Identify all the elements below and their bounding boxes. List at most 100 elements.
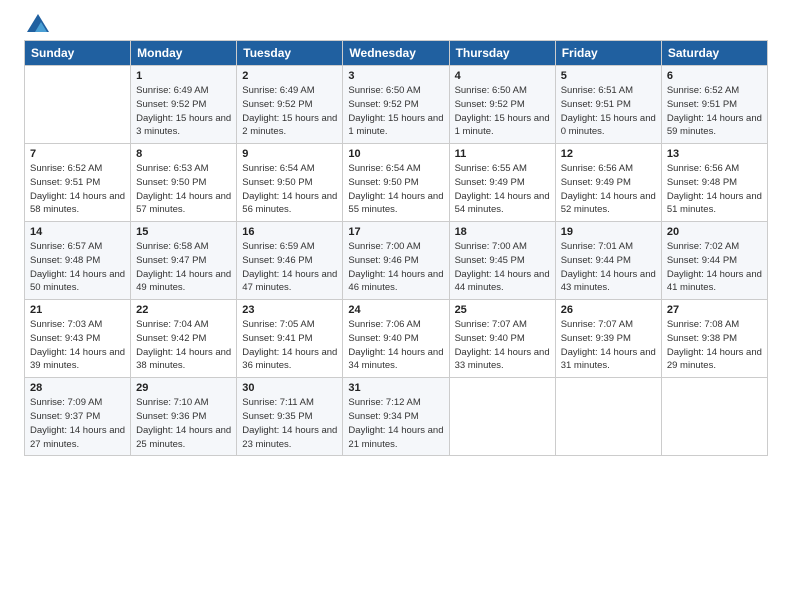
day-detail: Sunrise: 7:06 AMSunset: 9:40 PMDaylight:… [348,318,443,373]
calendar-cell: 29 Sunrise: 7:10 AMSunset: 9:36 PMDayligh… [131,378,237,456]
calendar-cell: 24Sunrise: 7:06 AMSunset: 9:40 PMDayligh… [343,300,449,378]
day-detail: Sunrise: 7:09 AMSunset: 9:37 PMDaylight:… [30,396,125,451]
day-detail: Sunrise: 6:49 AMSunset: 9:52 PMDaylight:… [242,84,337,139]
day-detail: Sunrise: 6:52 AMSunset: 9:51 PMDaylight:… [30,162,125,217]
day-number: 17 [348,226,443,238]
calendar-cell: 22Sunrise: 7:04 AMSunset: 9:42 PMDayligh… [131,300,237,378]
calendar-cell: 27Sunrise: 7:08 AMSunset: 9:38 PMDayligh… [661,300,767,378]
day-number: 10 [348,148,443,160]
day-number: 4 [455,70,550,82]
day-detail: Sunrise: 7:07 AMSunset: 9:40 PMDaylight:… [455,318,550,373]
day-number: 19 [561,226,656,238]
day-number: 12 [561,148,656,160]
calendar-week-row: 1Sunrise: 6:49 AMSunset: 9:52 PMDaylight… [25,66,768,144]
calendar-cell: 10 Sunrise: 6:54 AMSunset: 9:50 PMDayligh… [343,144,449,222]
day-number: 21 [30,304,125,316]
calendar-week-row: 7 Sunrise: 6:52 AMSunset: 9:51 PMDaylight… [25,144,768,222]
calendar-table: SundayMondayTuesdayWednesdayThursdayFrid… [24,40,768,456]
header-day-sunday: Sunday [25,41,131,66]
day-number: 6 [667,70,762,82]
logo [24,20,49,32]
calendar-cell: 15 Sunrise: 6:58 AMSunset: 9:47 PMDayligh… [131,222,237,300]
calendar-cell: 13Sunrise: 6:56 AMSunset: 9:48 PMDayligh… [661,144,767,222]
day-detail: Sunrise: 6:53 AMSunset: 9:50 PMDaylight:… [136,162,231,217]
calendar-cell: 21 Sunrise: 7:03 AMSunset: 9:43 PMDayligh… [25,300,131,378]
day-detail: Sunrise: 6:52 AMSunset: 9:51 PMDaylight:… [667,84,762,139]
day-detail: Sunrise: 7:08 AMSunset: 9:38 PMDaylight:… [667,318,762,373]
day-number: 7 [30,148,125,160]
calendar-cell: 8 Sunrise: 6:53 AMSunset: 9:50 PMDaylight… [131,144,237,222]
day-number: 31 [348,382,443,394]
calendar-cell [661,378,767,456]
day-detail: Sunrise: 7:03 AMSunset: 9:43 PMDaylight:… [30,318,125,373]
day-number: 3 [348,70,443,82]
day-detail: Sunrise: 6:54 AMSunset: 9:50 PMDaylight:… [348,162,443,217]
calendar-cell: 6 Sunrise: 6:52 AMSunset: 9:51 PMDaylight… [661,66,767,144]
calendar-cell: 11Sunrise: 6:55 AMSunset: 9:49 PMDayligh… [449,144,555,222]
header-day-wednesday: Wednesday [343,41,449,66]
day-detail: Sunrise: 7:00 AMSunset: 9:46 PMDaylight:… [348,240,443,295]
day-detail: Sunrise: 6:50 AMSunset: 9:52 PMDaylight:… [455,84,550,139]
calendar-cell: 31 Sunrise: 7:12 AMSunset: 9:34 PMDayligh… [343,378,449,456]
day-detail: Sunrise: 6:50 AMSunset: 9:52 PMDaylight:… [348,84,443,139]
calendar-cell: 28 Sunrise: 7:09 AMSunset: 9:37 PMDayligh… [25,378,131,456]
day-detail: Sunrise: 7:07 AMSunset: 9:39 PMDaylight:… [561,318,656,373]
day-number: 16 [242,226,337,238]
calendar-cell: 17 Sunrise: 7:00 AMSunset: 9:46 PMDayligh… [343,222,449,300]
calendar-cell: 9 Sunrise: 6:54 AMSunset: 9:50 PMDaylight… [237,144,343,222]
day-detail: Sunrise: 6:54 AMSunset: 9:50 PMDaylight:… [242,162,337,217]
calendar-cell: 5 Sunrise: 6:51 AMSunset: 9:51 PMDaylight… [555,66,661,144]
day-detail: Sunrise: 7:00 AMSunset: 9:45 PMDaylight:… [455,240,550,295]
day-number: 29 [136,382,231,394]
day-detail: Sunrise: 6:58 AMSunset: 9:47 PMDaylight:… [136,240,231,295]
day-number: 23 [242,304,337,316]
calendar-cell: 4 Sunrise: 6:50 AMSunset: 9:52 PMDaylight… [449,66,555,144]
day-number: 9 [242,148,337,160]
calendar-body: 1Sunrise: 6:49 AMSunset: 9:52 PMDaylight… [25,66,768,456]
day-detail: Sunrise: 7:02 AMSunset: 9:44 PMDaylight:… [667,240,762,295]
day-number: 28 [30,382,125,394]
page-header [24,20,768,32]
header-day-thursday: Thursday [449,41,555,66]
header-day-friday: Friday [555,41,661,66]
calendar-header: SundayMondayTuesdayWednesdayThursdayFrid… [25,41,768,66]
day-detail: Sunrise: 6:55 AMSunset: 9:49 PMDaylight:… [455,162,550,217]
calendar-cell: 2Sunrise: 6:49 AMSunset: 9:52 PMDaylight… [237,66,343,144]
day-detail: Sunrise: 6:49 AMSunset: 9:52 PMDaylight:… [136,84,231,139]
calendar-cell: 12Sunrise: 6:56 AMSunset: 9:49 PMDayligh… [555,144,661,222]
day-detail: Sunrise: 7:01 AMSunset: 9:44 PMDaylight:… [561,240,656,295]
calendar-cell: 25Sunrise: 7:07 AMSunset: 9:40 PMDayligh… [449,300,555,378]
header-day-saturday: Saturday [661,41,767,66]
calendar-week-row: 28 Sunrise: 7:09 AMSunset: 9:37 PMDayligh… [25,378,768,456]
calendar-cell: 14Sunrise: 6:57 AMSunset: 9:48 PMDayligh… [25,222,131,300]
day-detail: Sunrise: 6:51 AMSunset: 9:51 PMDaylight:… [561,84,656,139]
calendar-cell [555,378,661,456]
header-day-monday: Monday [131,41,237,66]
calendar-cell: 30 Sunrise: 7:11 AMSunset: 9:35 PMDayligh… [237,378,343,456]
day-number: 8 [136,148,231,160]
calendar-week-row: 21 Sunrise: 7:03 AMSunset: 9:43 PMDayligh… [25,300,768,378]
day-detail: Sunrise: 7:10 AMSunset: 9:36 PMDaylight:… [136,396,231,451]
day-number: 5 [561,70,656,82]
calendar-cell: 20 Sunrise: 7:02 AMSunset: 9:44 PMDayligh… [661,222,767,300]
calendar-cell [449,378,555,456]
calendar-cell: 3 Sunrise: 6:50 AMSunset: 9:52 PMDaylight… [343,66,449,144]
header-day-tuesday: Tuesday [237,41,343,66]
calendar-cell: 7 Sunrise: 6:52 AMSunset: 9:51 PMDaylight… [25,144,131,222]
header-row: SundayMondayTuesdayWednesdayThursdayFrid… [25,41,768,66]
day-number: 15 [136,226,231,238]
calendar-week-row: 14Sunrise: 6:57 AMSunset: 9:48 PMDayligh… [25,222,768,300]
day-detail: Sunrise: 6:57 AMSunset: 9:48 PMDaylight:… [30,240,125,295]
day-detail: Sunrise: 7:11 AMSunset: 9:35 PMDaylight:… [242,396,337,451]
day-number: 30 [242,382,337,394]
day-detail: Sunrise: 6:59 AMSunset: 9:46 PMDaylight:… [242,240,337,295]
day-detail: Sunrise: 7:04 AMSunset: 9:42 PMDaylight:… [136,318,231,373]
day-number: 20 [667,226,762,238]
day-number: 18 [455,226,550,238]
day-detail: Sunrise: 6:56 AMSunset: 9:48 PMDaylight:… [667,162,762,217]
day-detail: Sunrise: 7:12 AMSunset: 9:34 PMDaylight:… [348,396,443,451]
day-number: 26 [561,304,656,316]
calendar-cell: 26 Sunrise: 7:07 AMSunset: 9:39 PMDayligh… [555,300,661,378]
calendar-cell [25,66,131,144]
calendar-cell: 19 Sunrise: 7:01 AMSunset: 9:44 PMDayligh… [555,222,661,300]
